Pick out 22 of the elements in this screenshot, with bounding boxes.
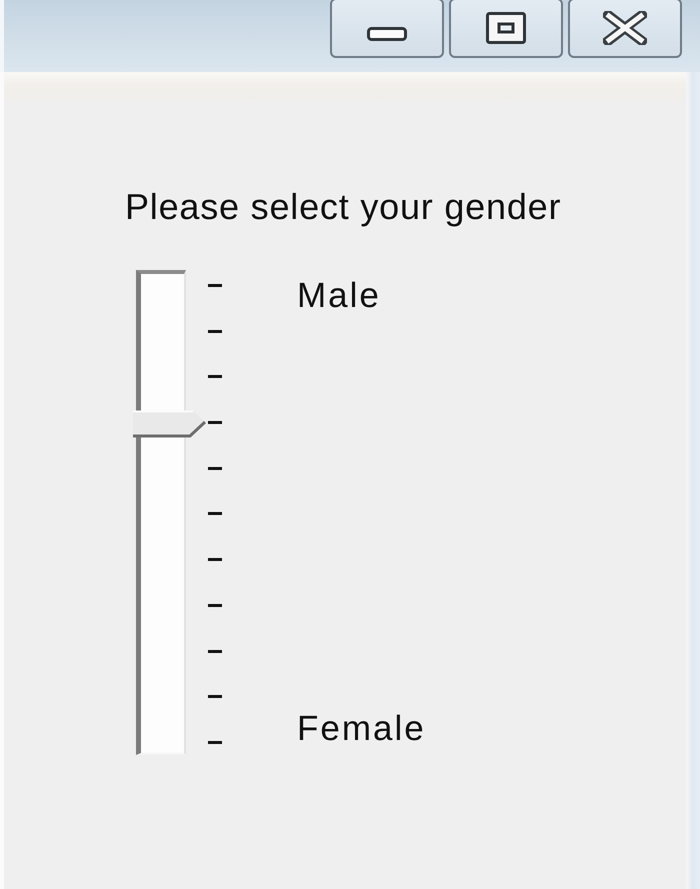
tick-mark [208, 330, 222, 333]
minimize-icon [367, 27, 407, 41]
tick-mark [208, 512, 222, 516]
close-button[interactable] [568, 0, 682, 58]
slider-end-label: Male [297, 275, 381, 316]
maximize-button[interactable] [449, 0, 563, 58]
maximize-icon [486, 12, 526, 44]
close-icon [603, 11, 647, 45]
tick-mark [208, 695, 222, 698]
slider-thumb[interactable] [133, 409, 207, 440]
prompt-text: Please select your gender [125, 186, 562, 228]
tick-mark [208, 558, 222, 562]
tick-mark [208, 604, 222, 607]
slider-track[interactable] [133, 270, 207, 755]
tick-mark [208, 375, 222, 378]
tick-mark [208, 421, 222, 424]
tick-mark [208, 466, 222, 470]
minimize-button[interactable] [330, 0, 444, 58]
tick-mark [208, 284, 222, 287]
tick-mark [208, 650, 222, 652]
tick-mark [208, 740, 222, 744]
slider-end-label: Female [297, 708, 426, 749]
